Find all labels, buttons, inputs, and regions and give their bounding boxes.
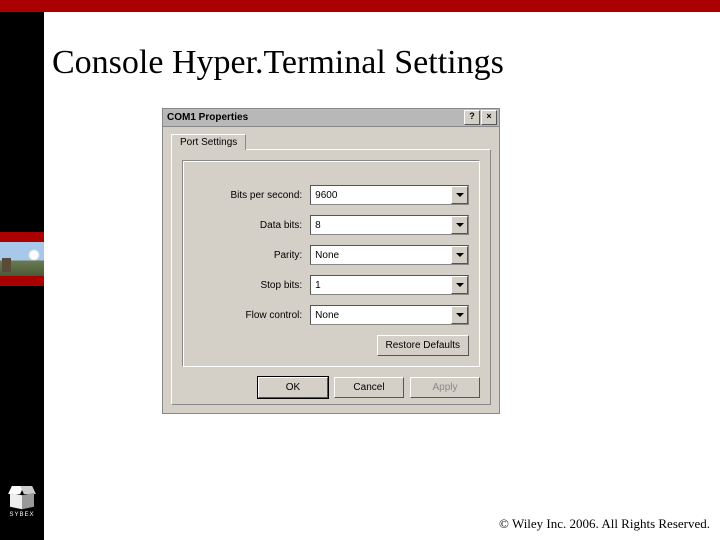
close-button[interactable]: × bbox=[481, 110, 497, 125]
slide-accent-bar bbox=[0, 0, 720, 12]
sidebar-divider-1 bbox=[0, 232, 44, 242]
row-data-bits: Data bits: 8 bbox=[193, 215, 469, 235]
sidebar-divider-2 bbox=[0, 276, 44, 286]
properties-dialog: COM1 Properties ? × Port Settings Bits p… bbox=[162, 108, 500, 414]
select-data-bits[interactable]: 8 bbox=[310, 215, 469, 235]
slide-title: Console Hyper.Terminal Settings bbox=[52, 44, 712, 82]
ok-button[interactable]: OK bbox=[258, 377, 328, 398]
select-bits-per-second[interactable]: 9600 bbox=[310, 185, 469, 205]
restore-defaults-button[interactable]: Restore Defaults bbox=[377, 335, 469, 356]
dialog-titlebar[interactable]: COM1 Properties ? × bbox=[162, 108, 500, 126]
chevron-down-icon[interactable] bbox=[451, 276, 468, 294]
label-flow-control: Flow control: bbox=[193, 310, 302, 321]
label-data-bits: Data bits: bbox=[193, 220, 302, 231]
label-parity: Parity: bbox=[193, 250, 302, 261]
sidebar-bottom: SYBEX bbox=[0, 286, 44, 540]
settings-group: Bits per second: 9600 Data bits: 8 bbox=[182, 160, 480, 367]
dialog-body: Port Settings Bits per second: 9600 Data… bbox=[162, 126, 500, 414]
tab-port-settings[interactable]: Port Settings bbox=[171, 134, 246, 150]
value-data-bits: 8 bbox=[311, 220, 451, 231]
value-parity: None bbox=[311, 250, 451, 261]
brand-logo: SYBEX bbox=[7, 486, 37, 516]
row-stop-bits: Stop bits: 1 bbox=[193, 275, 469, 295]
row-flow-control: Flow control: None bbox=[193, 305, 469, 325]
sidebar-top bbox=[0, 12, 44, 232]
value-flow-control: None bbox=[311, 310, 451, 321]
label-stop-bits: Stop bits: bbox=[193, 280, 302, 291]
select-flow-control[interactable]: None bbox=[310, 305, 469, 325]
select-stop-bits[interactable]: 1 bbox=[310, 275, 469, 295]
chevron-down-icon[interactable] bbox=[451, 186, 468, 204]
sidebar-thumbnail bbox=[0, 242, 44, 276]
chevron-down-icon[interactable] bbox=[451, 246, 468, 264]
brand-logo-text: SYBEX bbox=[7, 512, 37, 518]
tab-panel: Bits per second: 9600 Data bits: 8 bbox=[171, 149, 491, 405]
cancel-button[interactable]: Cancel bbox=[334, 377, 404, 398]
help-button[interactable]: ? bbox=[464, 110, 480, 125]
row-parity: Parity: None bbox=[193, 245, 469, 265]
value-bits-per-second: 9600 bbox=[311, 190, 451, 201]
chevron-down-icon[interactable] bbox=[451, 306, 468, 324]
label-bits-per-second: Bits per second: bbox=[193, 190, 302, 201]
dialog-title-text: COM1 Properties bbox=[167, 109, 248, 126]
row-bits-per-second: Bits per second: 9600 bbox=[193, 185, 469, 205]
select-parity[interactable]: None bbox=[310, 245, 469, 265]
copyright-text: © Wiley Inc. 2006. All Rights Reserved. bbox=[499, 516, 710, 532]
value-stop-bits: 1 bbox=[311, 280, 451, 291]
apply-button[interactable]: Apply bbox=[410, 377, 480, 398]
chevron-down-icon[interactable] bbox=[451, 216, 468, 234]
